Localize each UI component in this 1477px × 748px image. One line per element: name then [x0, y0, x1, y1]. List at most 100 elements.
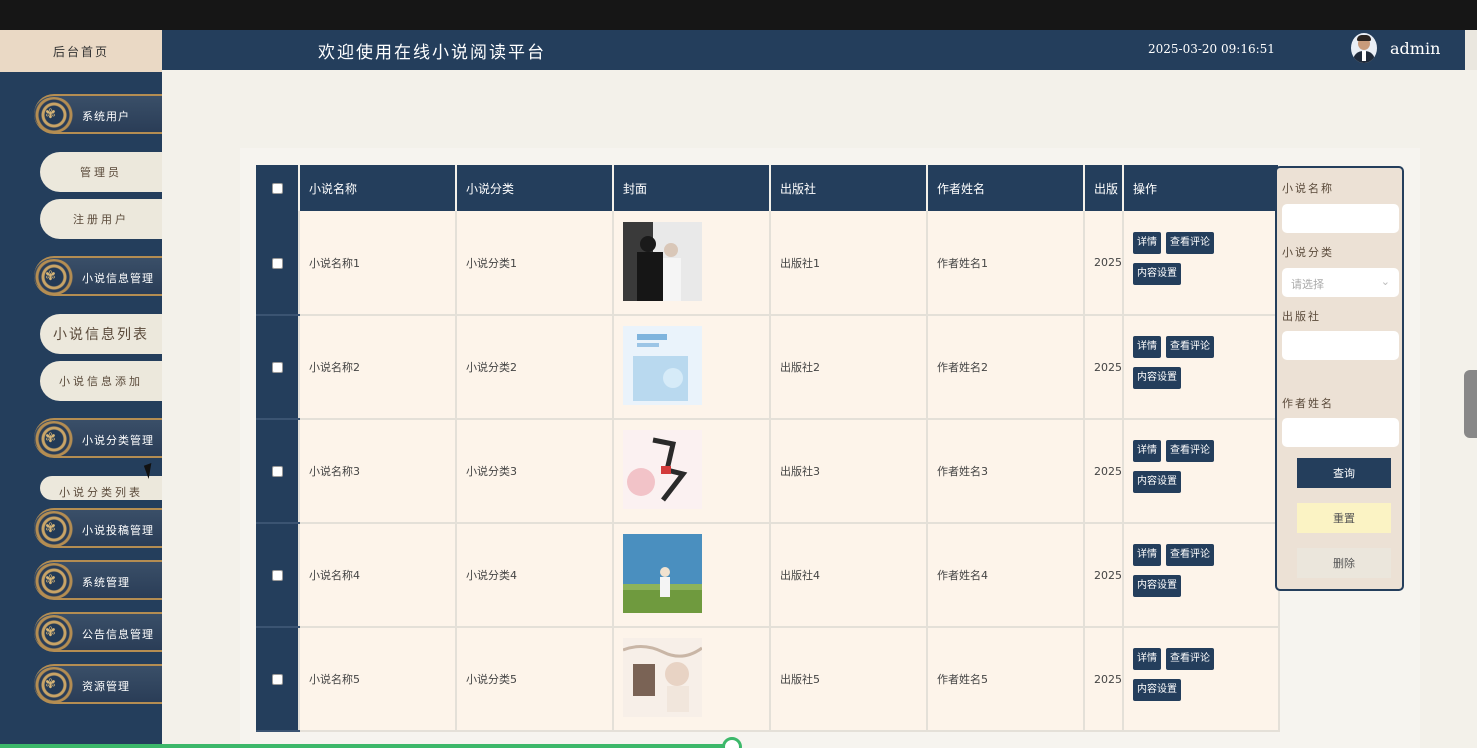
- cell-publisher: 出版社4: [770, 523, 928, 628]
- content-settings-button[interactable]: 内容设置: [1133, 679, 1181, 701]
- table-row: 小说名称2 小说分类2 出版社2 作者姓名2 2025 详情 查看评论 内容设置: [256, 315, 1280, 420]
- novel-table: 小说名称 小说分类 封面 出版社 作者姓名 出版 操作 小说名称1 小说分类1 …: [256, 165, 1280, 732]
- content-settings-button[interactable]: 内容设置: [1133, 471, 1181, 493]
- ornament-icon: ✾: [34, 563, 74, 599]
- category-filter-select[interactable]: 请选择 ⌄: [1282, 268, 1399, 297]
- detail-button[interactable]: 详情: [1133, 231, 1161, 254]
- detail-button[interactable]: 详情: [1133, 440, 1161, 462]
- col-header: 出版: [1084, 165, 1124, 211]
- menu-novel-info[interactable]: ✾ 小说信息管理: [34, 256, 162, 296]
- cell-ops: 详情 查看评论 内容设置: [1123, 211, 1280, 316]
- cell-author: 作者姓名3: [927, 419, 1085, 524]
- author-filter-input[interactable]: [1282, 418, 1399, 447]
- cell-date: 2025: [1084, 523, 1124, 628]
- query-button[interactable]: 查询: [1297, 458, 1391, 488]
- cell-date: 2025: [1084, 419, 1124, 524]
- cell-cover: [613, 627, 771, 732]
- menu-novel-category[interactable]: ✾ 小说分类管理: [34, 418, 162, 458]
- sidebar-item-admin[interactable]: 管理员: [40, 152, 162, 192]
- cell-publisher: 出版社1: [770, 211, 928, 316]
- publisher-filter-label: 出版社: [1282, 310, 1321, 323]
- cover-image[interactable]: [623, 326, 702, 405]
- row-checkbox[interactable]: [271, 362, 283, 373]
- cell-cover: [613, 315, 771, 420]
- sidebar-item-registered-users[interactable]: 注册用户: [40, 199, 162, 239]
- menu-resource[interactable]: ✾ 资源管理: [34, 664, 162, 704]
- content-settings-button[interactable]: 内容设置: [1133, 262, 1181, 285]
- ornament-icon: ✾: [34, 667, 74, 703]
- detail-button[interactable]: 详情: [1133, 336, 1161, 358]
- col-header: 小说名称: [299, 165, 457, 211]
- row-select-cell: [256, 523, 300, 628]
- detail-button[interactable]: 详情: [1133, 544, 1161, 566]
- row-select-cell: [256, 627, 300, 732]
- home-link[interactable]: 后台首页: [0, 30, 162, 72]
- comments-button[interactable]: 查看评论: [1166, 336, 1214, 358]
- chevron-down-icon: ⌄: [1380, 275, 1390, 288]
- cover-image[interactable]: [623, 534, 702, 613]
- top-strip: [0, 0, 1477, 30]
- col-header: 作者姓名: [927, 165, 1085, 211]
- row-select-cell: [256, 211, 300, 316]
- cell-date: 2025: [1084, 315, 1124, 420]
- select-all-checkbox[interactable]: [271, 183, 283, 194]
- ornament-icon: ✾: [34, 511, 74, 547]
- comments-button[interactable]: 查看评论: [1166, 544, 1214, 566]
- page-title: 欢迎使用在线小说阅读平台: [318, 43, 546, 63]
- menu-label: 小说投稿管理: [82, 524, 154, 537]
- cell-author: 作者姓名1: [927, 211, 1085, 316]
- cell-ops: 详情 查看评论 内容设置: [1123, 627, 1280, 732]
- row-checkbox[interactable]: [271, 570, 283, 581]
- row-select-cell: [256, 419, 300, 524]
- table-row: 小说名称3 小说分类3 出版社3 作者姓名3 2025 详情 查看评论 内容设置: [256, 419, 1280, 524]
- cover-image[interactable]: [623, 430, 702, 509]
- comments-button[interactable]: 查看评论: [1166, 231, 1214, 254]
- row-checkbox[interactable]: [271, 466, 283, 477]
- sidebar-item-category-list[interactable]: 小说分类列表: [40, 476, 162, 500]
- cell-cover: [613, 523, 771, 628]
- cell-name: 小说名称3: [299, 419, 457, 524]
- comments-button[interactable]: 查看评论: [1166, 440, 1214, 462]
- menu-novel-submission[interactable]: ✾ 小说投稿管理: [34, 508, 162, 548]
- reset-button[interactable]: 重置: [1297, 503, 1391, 533]
- row-checkbox[interactable]: [271, 257, 283, 269]
- scrollbar-handle[interactable]: [1464, 370, 1477, 438]
- sidebar: ✾ 系统用户 管理员 注册用户 ✾ 小说信息管理 小说信息列表 小说信息添加 ✾…: [0, 72, 162, 748]
- table-row: 小说名称5 小说分类5 出版社5 作者姓名5 2025 详情 查看评论 内容设置: [256, 627, 1280, 732]
- select-all-cell: [256, 165, 300, 211]
- sidebar-item-novel-add[interactable]: 小说信息添加: [40, 361, 162, 401]
- cell-category: 小说分类3: [456, 419, 614, 524]
- cell-author: 作者姓名5: [927, 627, 1085, 732]
- delete-button[interactable]: 删除: [1297, 548, 1391, 578]
- username[interactable]: admin: [1390, 39, 1440, 58]
- row-select-cell: [256, 315, 300, 420]
- ornament-icon: ✾: [34, 615, 74, 651]
- cell-cover: [613, 419, 771, 524]
- menu-label: 资源管理: [82, 680, 130, 693]
- datetime: 2025-03-20 09:16:51: [1148, 42, 1275, 56]
- table-row: 小说名称4 小说分类4 出版社4 作者姓名4 2025 详情 查看评论 内容设置: [256, 523, 1280, 628]
- content-settings-button[interactable]: 内容设置: [1133, 575, 1181, 597]
- comments-button[interactable]: 查看评论: [1166, 648, 1214, 670]
- cell-name: 小说名称4: [299, 523, 457, 628]
- detail-button[interactable]: 详情: [1133, 648, 1161, 670]
- cell-date: 2025: [1084, 627, 1124, 732]
- ornament-icon: ✾: [34, 421, 74, 457]
- content-settings-button[interactable]: 内容设置: [1133, 367, 1181, 389]
- cell-ops: 详情 查看评论 内容设置: [1123, 523, 1280, 628]
- menu-label: 小说信息管理: [82, 272, 154, 285]
- name-filter-label: 小说名称: [1282, 182, 1334, 195]
- cell-publisher: 出版社3: [770, 419, 928, 524]
- cover-image[interactable]: [623, 221, 702, 301]
- menu-system-users[interactable]: ✾ 系统用户: [34, 94, 162, 134]
- row-checkbox[interactable]: [271, 674, 283, 685]
- avatar[interactable]: [1351, 33, 1377, 63]
- cover-image[interactable]: [622, 638, 703, 717]
- name-filter-input[interactable]: [1282, 204, 1399, 233]
- col-header: 小说分类: [456, 165, 614, 211]
- menu-announcement[interactable]: ✾ 公告信息管理: [34, 612, 162, 652]
- publisher-filter-input[interactable]: [1282, 331, 1399, 360]
- menu-system[interactable]: ✾ 系统管理: [34, 560, 162, 600]
- sidebar-item-novel-list[interactable]: 小说信息列表: [40, 314, 162, 354]
- ornament-icon: ✾: [34, 97, 74, 133]
